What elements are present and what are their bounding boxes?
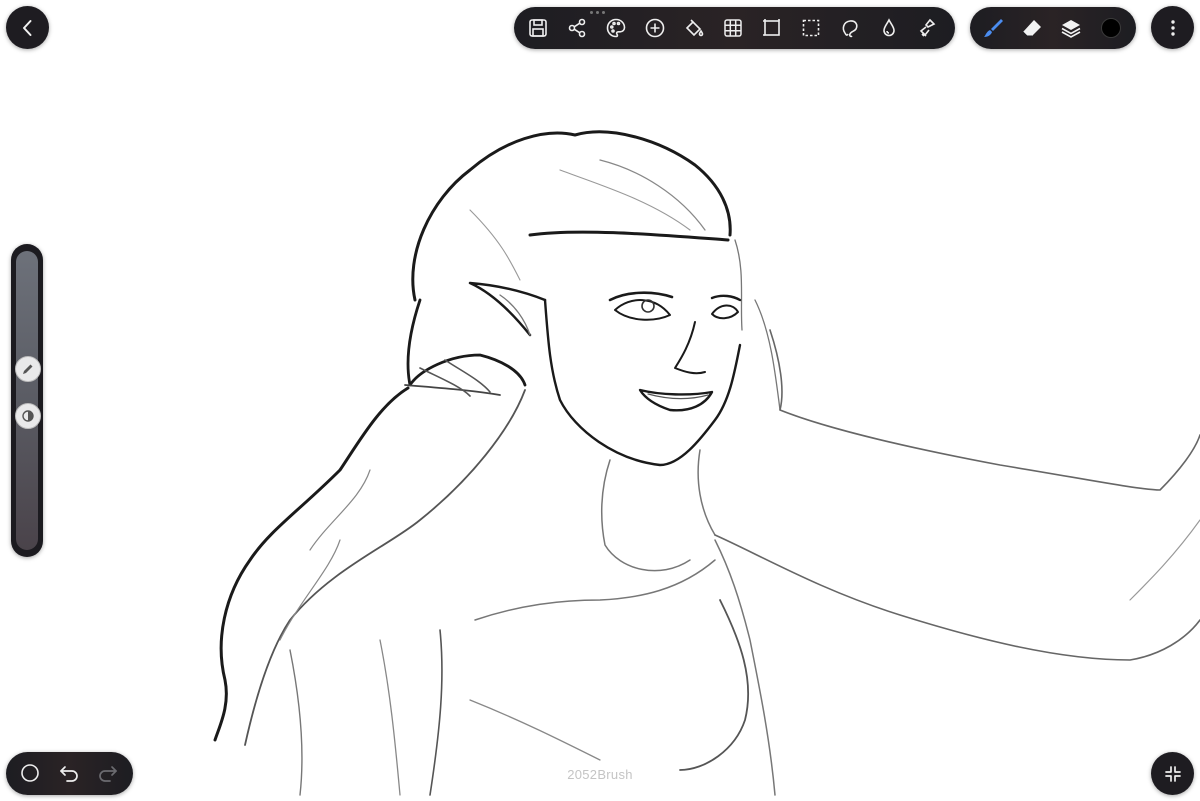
top-toolbar xyxy=(514,7,955,49)
more-menu-button[interactable] xyxy=(1151,6,1194,49)
layers-button[interactable] xyxy=(1057,14,1085,42)
hair-flow-stroke xyxy=(213,386,410,742)
undo-button[interactable] xyxy=(55,759,83,787)
nose-stroke xyxy=(674,321,706,375)
face-stroke xyxy=(543,298,742,467)
smudge-button[interactable] xyxy=(875,14,903,42)
collar-stroke xyxy=(474,559,716,621)
hair-strand-stroke xyxy=(599,159,706,231)
hair-flow-stroke xyxy=(244,389,526,746)
selection-button[interactable] xyxy=(797,14,825,42)
grid-icon xyxy=(724,19,742,37)
transform-icon xyxy=(763,19,780,36)
torso-stroke xyxy=(679,599,750,771)
hair-strand-stroke xyxy=(469,209,521,281)
more-vertical-icon xyxy=(1170,19,1175,36)
eraser-tool-button[interactable] xyxy=(1018,14,1046,42)
fill-bucket-icon xyxy=(685,19,704,37)
redo-button[interactable] xyxy=(94,759,122,787)
slider-track[interactable] xyxy=(16,251,38,550)
torso-stroke xyxy=(429,629,443,796)
color-picker-button[interactable] xyxy=(1097,14,1125,42)
app-watermark: 2052Brush xyxy=(567,767,633,782)
add-icon xyxy=(645,18,665,38)
braid-stroke xyxy=(419,359,491,397)
arm-stroke xyxy=(769,329,1200,491)
hair-part-stroke xyxy=(528,230,730,242)
share-icon xyxy=(568,18,586,38)
grid-button[interactable] xyxy=(719,14,747,42)
color-swatch xyxy=(1101,18,1121,38)
clear-icon xyxy=(919,18,936,37)
face-side-stroke xyxy=(734,239,781,411)
fullscreen-button[interactable] xyxy=(1151,752,1194,795)
selection-icon xyxy=(802,19,820,37)
chevron-left-icon xyxy=(22,19,31,36)
braid-stroke xyxy=(404,384,501,396)
undo-icon xyxy=(60,766,78,782)
fullscreen-icon xyxy=(1164,765,1181,782)
add-layer-button[interactable] xyxy=(641,14,669,42)
drawing-canvas[interactable] xyxy=(0,0,1200,801)
save-button[interactable] xyxy=(524,14,552,42)
layers-icon xyxy=(1061,20,1081,38)
lasso-icon xyxy=(842,20,858,38)
torso-stroke xyxy=(289,649,303,796)
brush-icon xyxy=(984,19,1003,37)
opacity-handle[interactable] xyxy=(15,403,41,429)
braid-stroke xyxy=(406,298,527,387)
clear-button[interactable] xyxy=(914,14,942,42)
redo-icon xyxy=(99,766,117,782)
arm-stroke xyxy=(714,534,1200,661)
bottom-left-toolbar xyxy=(6,752,133,795)
share-button[interactable] xyxy=(563,14,591,42)
eraser-icon xyxy=(1022,20,1041,37)
eyebrow-stroke xyxy=(608,291,674,302)
back-button[interactable] xyxy=(6,6,49,49)
transform-button[interactable] xyxy=(758,14,786,42)
arm-stroke xyxy=(1129,519,1200,601)
brush-size-handle[interactable] xyxy=(15,356,41,382)
eyebrow-stroke xyxy=(710,294,742,302)
opacity-icon xyxy=(22,410,34,422)
brush-tool-button[interactable] xyxy=(979,14,1007,42)
eye-stroke xyxy=(711,304,739,320)
save-icon xyxy=(529,19,547,37)
brush-size-opacity-slider[interactable] xyxy=(11,244,43,557)
smudge-icon xyxy=(883,18,895,37)
shape-circle-icon xyxy=(21,764,39,782)
palette-icon xyxy=(606,18,626,38)
lasso-button[interactable] xyxy=(836,14,864,42)
hair-strand-stroke xyxy=(559,169,691,231)
brush-toolbar xyxy=(970,7,1136,49)
fill-bucket-button[interactable] xyxy=(680,14,708,42)
pencil-icon xyxy=(23,364,33,374)
ear-stroke xyxy=(468,281,547,337)
hair-top-stroke xyxy=(411,130,732,302)
palette-button[interactable] xyxy=(602,14,630,42)
neck-stroke xyxy=(600,459,691,572)
neck-stroke xyxy=(697,449,716,536)
mouth-stroke xyxy=(638,388,714,412)
sketch-artwork xyxy=(213,130,1200,796)
shape-tool-button[interactable] xyxy=(16,759,44,787)
